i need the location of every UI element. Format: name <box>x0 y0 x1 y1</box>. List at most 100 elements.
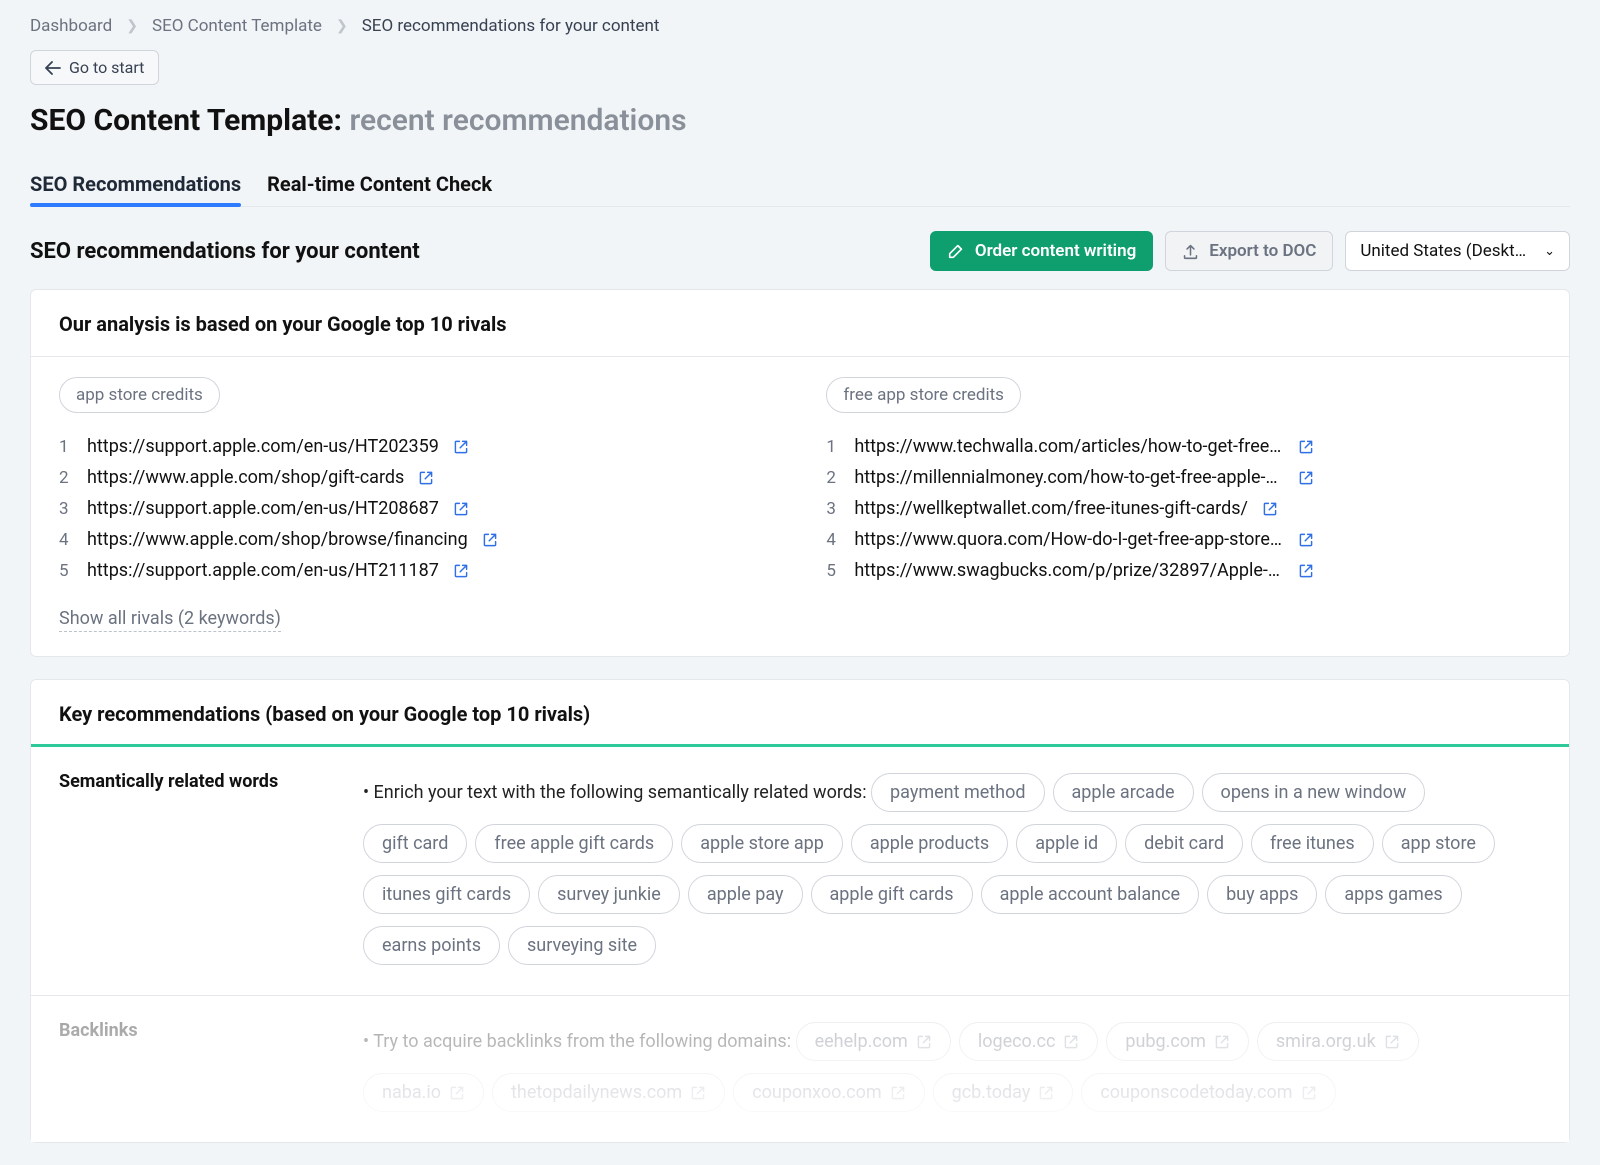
semantic-token[interactable]: buy apps <box>1207 875 1317 914</box>
semantic-token[interactable]: free apple gift cards <box>475 824 673 863</box>
external-link-icon[interactable] <box>449 1085 465 1101</box>
rival-item: https://www.apple.com/shop/browse/financ… <box>59 524 770 555</box>
backlink-token[interactable]: gcb.today <box>933 1073 1074 1112</box>
order-content-button[interactable]: Order content writing <box>930 231 1153 271</box>
arrow-left-icon <box>45 61 61 75</box>
rival-link[interactable]: https://www.quora.com/How-do-I-get-free-… <box>854 529 1284 550</box>
rival-link[interactable]: https://support.apple.com/en-us/HT202359 <box>87 436 439 457</box>
keyword-pill: free app store credits <box>826 377 1021 413</box>
tab-seo-recommendations[interactable]: SEO Recommendations <box>30 162 241 206</box>
backlink-token[interactable]: naba.io <box>363 1073 484 1112</box>
semantic-token[interactable]: apple store app <box>681 824 843 863</box>
semantic-token[interactable]: gift card <box>363 824 467 863</box>
backlink-token-label: pubg.com <box>1125 1031 1205 1052</box>
backlink-token[interactable]: couponxoo.com <box>733 1073 924 1112</box>
external-link-icon[interactable] <box>482 532 498 548</box>
external-link-icon[interactable] <box>418 470 434 486</box>
external-link-icon[interactable] <box>1298 470 1314 486</box>
semantic-token[interactable]: surveying site <box>508 926 656 965</box>
keyword-pill: app store credits <box>59 377 220 413</box>
semantic-token[interactable]: apple products <box>851 824 1008 863</box>
go-to-start-button[interactable]: Go to start <box>30 50 159 85</box>
section-heading: SEO recommendations for your content <box>30 239 420 264</box>
external-link-icon[interactable] <box>690 1085 706 1101</box>
semantic-token[interactable]: apple id <box>1016 824 1117 863</box>
semantic-row: Semantically related words • Enrich your… <box>31 747 1569 996</box>
external-link-icon[interactable] <box>1214 1034 1230 1050</box>
rival-column: app store credits https://support.apple.c… <box>59 377 770 586</box>
order-content-label: Order content writing <box>975 241 1136 261</box>
semantic-token[interactable]: earns points <box>363 926 500 965</box>
rival-item: https://millennialmoney.com/how-to-get-f… <box>826 462 1537 493</box>
semantic-token[interactable]: survey junkie <box>538 875 680 914</box>
backlinks-hint: Try to acquire backlinks from the follow… <box>373 1031 791 1052</box>
backlink-token[interactable]: smira.org.uk <box>1257 1022 1419 1061</box>
external-link-icon[interactable] <box>890 1085 906 1101</box>
rival-link[interactable]: https://www.techwalla.com/articles/how-t… <box>854 436 1284 457</box>
semantic-label: Semantically related words <box>59 767 339 971</box>
backlink-token[interactable]: pubg.com <box>1106 1022 1248 1061</box>
breadcrumb-dashboard[interactable]: Dashboard <box>30 16 112 36</box>
semantic-token[interactable]: payment method <box>871 773 1044 812</box>
breadcrumb-template[interactable]: SEO Content Template <box>152 16 322 36</box>
semantic-token[interactable]: debit card <box>1125 824 1243 863</box>
backlink-token-label: eehelp.com <box>815 1031 908 1052</box>
external-link-icon[interactable] <box>453 501 469 517</box>
rival-link[interactable]: https://support.apple.com/en-us/HT208687 <box>87 498 439 519</box>
backlink-token-label: naba.io <box>382 1082 441 1103</box>
external-link-icon[interactable] <box>1262 501 1278 517</box>
rivals-card-title: Our analysis is based on your Google top… <box>31 290 1569 357</box>
semantic-token[interactable]: app store <box>1382 824 1495 863</box>
rival-item: https://wellkeptwallet.com/free-itunes-g… <box>826 493 1537 524</box>
external-link-icon[interactable] <box>1038 1085 1054 1101</box>
page-title: SEO Content Template: recent recommendat… <box>30 103 1570 138</box>
semantic-token[interactable]: apple account balance <box>981 875 1199 914</box>
show-all-rivals-link[interactable]: Show all rivals (2 keywords) <box>59 608 281 632</box>
tabs: SEO Recommendations Real-time Content Ch… <box>30 162 1570 207</box>
upload-icon <box>1182 243 1199 260</box>
external-link-icon[interactable] <box>1384 1034 1400 1050</box>
export-doc-button[interactable]: Export to DOC <box>1165 231 1333 271</box>
locale-select[interactable]: United States (Deskt… ⌄ <box>1345 231 1570 271</box>
backlink-token-label: smira.org.uk <box>1276 1031 1376 1052</box>
external-link-icon[interactable] <box>1301 1085 1317 1101</box>
semantic-token[interactable]: opens in a new window <box>1202 773 1426 812</box>
external-link-icon[interactable] <box>453 439 469 455</box>
external-link-icon[interactable] <box>1298 532 1314 548</box>
breadcrumb-current: SEO recommendations for your content <box>362 16 660 36</box>
go-to-start-label: Go to start <box>69 58 144 77</box>
chevron-right-icon: ❯ <box>336 18 348 34</box>
backlinks-label: Backlinks <box>59 1016 339 1118</box>
backlink-token[interactable]: couponscodetoday.com <box>1081 1073 1335 1112</box>
edit-icon <box>947 242 965 260</box>
rivals-fade-overlay <box>59 576 1541 602</box>
tab-realtime-check[interactable]: Real-time Content Check <box>267 162 492 206</box>
chevron-down-icon: ⌄ <box>1544 244 1555 259</box>
semantic-token[interactable]: apps games <box>1325 875 1461 914</box>
backlink-token-label: thetopdailynews.com <box>511 1082 682 1103</box>
rivals-card: Our analysis is based on your Google top… <box>30 289 1570 657</box>
semantic-token[interactable]: apple pay <box>688 875 803 914</box>
backlink-token-label: gcb.today <box>952 1082 1031 1103</box>
semantic-token[interactable]: free itunes <box>1251 824 1374 863</box>
semantic-token[interactable]: apple gift cards <box>811 875 973 914</box>
key-recommendations-title: Key recommendations (based on your Googl… <box>31 680 1569 744</box>
chevron-right-icon: ❯ <box>126 18 138 34</box>
semantic-token[interactable]: apple arcade <box>1053 773 1194 812</box>
backlink-token-label: couponxoo.com <box>752 1082 881 1103</box>
rival-link[interactable]: https://millennialmoney.com/how-to-get-f… <box>854 467 1284 488</box>
export-doc-label: Export to DOC <box>1209 241 1316 261</box>
external-link-icon[interactable] <box>916 1034 932 1050</box>
rival-link[interactable]: https://www.apple.com/shop/gift-cards <box>87 467 404 488</box>
backlink-token[interactable]: logeco.cc <box>959 1022 1099 1061</box>
key-recommendations-card: Key recommendations (based on your Googl… <box>30 679 1570 1143</box>
breadcrumb: Dashboard ❯ SEO Content Template ❯ SEO r… <box>30 16 1570 36</box>
backlink-token[interactable]: thetopdailynews.com <box>492 1073 725 1112</box>
external-link-icon[interactable] <box>1298 439 1314 455</box>
rival-link[interactable]: https://wellkeptwallet.com/free-itunes-g… <box>854 498 1248 519</box>
semantic-token[interactable]: itunes gift cards <box>363 875 530 914</box>
backlink-token-label: couponscodetoday.com <box>1100 1082 1292 1103</box>
external-link-icon[interactable] <box>1063 1034 1079 1050</box>
backlink-token[interactable]: eehelp.com <box>796 1022 951 1061</box>
rival-link[interactable]: https://www.apple.com/shop/browse/financ… <box>87 529 468 550</box>
